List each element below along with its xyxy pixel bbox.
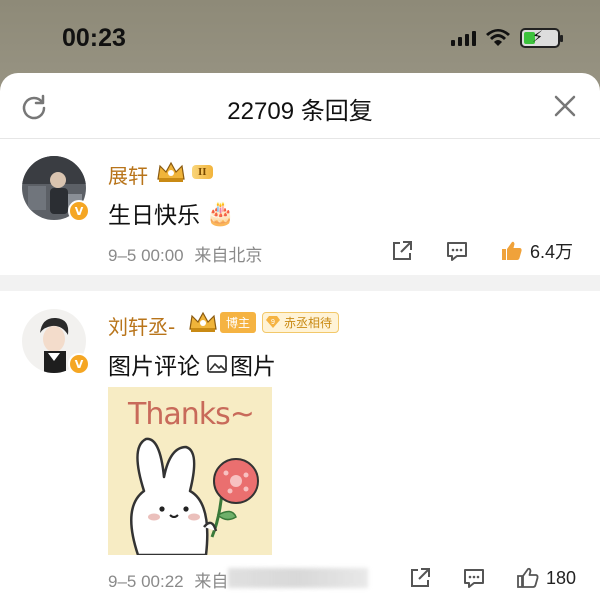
page-title: 22709 条回复 [227, 98, 373, 125]
image-link-label: 图片 [230, 354, 276, 380]
like-count: 180 [546, 567, 577, 588]
comment-time: 9–5 00:22 [108, 572, 184, 591]
diamond-icon: 9 [266, 316, 281, 328]
role-badge: 博主 [220, 311, 257, 333]
fan-group-badge: 9 赤丞相待 [262, 311, 340, 333]
comment-location: 来自 [194, 572, 229, 591]
comment-actions: 180 [408, 566, 576, 590]
comment-text: 生日快乐 🎂 [108, 196, 235, 230]
comment-body: 图片评论 [108, 354, 200, 380]
comment-meta: 9–5 00:22 来自 [108, 567, 228, 592]
wifi-icon [486, 29, 510, 46]
fan-group-label: 赤丞相待 [284, 315, 333, 330]
avatar[interactable]: V [22, 156, 90, 222]
svg-text:9: 9 [271, 319, 275, 326]
obscured-text-mask [228, 568, 368, 588]
image-link[interactable]: 图片 [206, 347, 276, 381]
avatar[interactable]: V [22, 309, 90, 375]
comment-body: 生日快乐 [108, 203, 200, 229]
status-time: 00:23 [62, 24, 126, 52]
comment-actions: 6.4万 [390, 238, 573, 264]
signal-icon [451, 30, 476, 46]
comment-item: V 刘轩丞- 博主 9 赤丞相待 图片评论 图片 [0, 291, 600, 595]
comment-location: 来自北京 [194, 246, 263, 265]
username[interactable]: 刘轩丞- [108, 311, 175, 340]
comment-icon[interactable] [462, 566, 486, 590]
bunny-illustration [130, 437, 259, 555]
comment-time: 9–5 00:00 [108, 246, 184, 265]
like-icon[interactable] [516, 566, 540, 590]
comment-icon[interactable] [445, 239, 469, 263]
divider [0, 275, 600, 291]
level-badge: II [192, 165, 213, 179]
battery-icon: ⚡ [520, 27, 563, 48]
user-badges: 博主 9 赤丞相待 [188, 311, 340, 333]
share-icon[interactable] [408, 566, 432, 590]
crown-icon [189, 311, 217, 332]
comment-meta: 9–5 00:00 来自北京 [108, 241, 262, 266]
comment-item: V 展轩 II 生日快乐 🎂 9–5 00:00 来自北京 6.4万 [0, 139, 600, 269]
like-count: 6.4万 [530, 242, 574, 262]
crown-icon [157, 161, 185, 182]
verified-badge-icon: V [68, 200, 90, 222]
user-badges: II [156, 161, 213, 183]
cake-icon: 🎂 [206, 200, 235, 227]
close-icon[interactable] [552, 93, 578, 119]
comment-text: 图片评论 图片 [108, 347, 276, 381]
username[interactable]: 展轩 [108, 160, 148, 189]
comment-image[interactable]: Thanks~ [108, 387, 272, 555]
status-bar: 00:23 ⚡ [0, 0, 600, 75]
sheet-header: 22709 条回复 [0, 73, 600, 139]
replies-sheet: 22709 条回复 V 展轩 II 生日快乐 🎂 9–5 00:00 来自北京 … [0, 73, 600, 595]
share-icon[interactable] [390, 239, 414, 263]
verified-badge-icon: V [68, 353, 90, 375]
image-icon [207, 355, 227, 373]
status-icons: ⚡ [451, 27, 563, 48]
like-icon[interactable] [500, 239, 524, 263]
